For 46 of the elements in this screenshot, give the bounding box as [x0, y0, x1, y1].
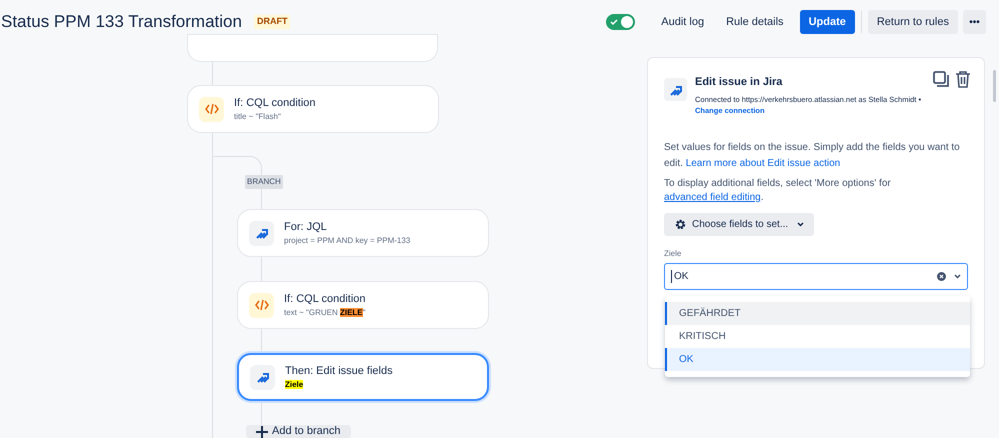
- step-title: If: CQL condition: [284, 292, 366, 307]
- learn-more-link[interactable]: Learn more about Edit issue action: [686, 158, 840, 169]
- branch-label: BRANCH: [245, 175, 283, 189]
- select-option[interactable]: OK: [665, 348, 970, 371]
- select-option[interactable]: KRITISCH: [665, 325, 970, 348]
- header-link[interactable]: Rule details: [716, 10, 794, 34]
- step-card[interactable]: Then: Edit issue fields Ziele: [237, 353, 489, 401]
- clear-icon[interactable]: [937, 272, 946, 281]
- field-label: Ziele: [664, 248, 682, 260]
- step-detail: Ziele: [285, 379, 304, 392]
- step-detail: text ~ "GRUEN ZIELE": [284, 307, 366, 320]
- scrollbar[interactable]: [993, 70, 996, 102]
- rule-toggle[interactable]: [606, 14, 636, 30]
- more-button[interactable]: •••: [963, 10, 986, 34]
- settings-icon: [674, 218, 687, 231]
- step-detail: project = PPM AND key = PPM-133: [284, 235, 410, 248]
- step-card[interactable]: If: CQL condition text ~ "GRUEN ZIELE": [237, 281, 489, 329]
- chevron-down-icon[interactable]: [954, 274, 961, 279]
- advanced-field-editing-link[interactable]: advanced field editing: [664, 192, 761, 203]
- chevron-down-icon: [797, 222, 804, 227]
- choose-fields-button[interactable]: Choose fields to set...: [664, 213, 814, 236]
- ziele-select-field[interactable]: OK: [664, 263, 968, 290]
- plus-icon: [256, 426, 268, 438]
- step-title: Then: Edit issue fields: [285, 364, 393, 379]
- header-link[interactable]: Audit log: [651, 10, 714, 34]
- step-title: For: JQL: [284, 220, 328, 235]
- update-button[interactable]: Update: [800, 10, 855, 34]
- panel-title: Edit issue in Jira: [695, 75, 784, 90]
- advanced-fields-text: To display additional fields, select 'More options' for advanced field editing.: [664, 177, 892, 205]
- jira-icon: [254, 226, 268, 240]
- add-to-branch-button[interactable]: Add to branch: [246, 425, 350, 438]
- code-icon: [204, 103, 218, 115]
- delete-icon[interactable]: [955, 71, 971, 88]
- select-option[interactable]: GEFÄHRDET: [665, 302, 970, 325]
- return-to-rules-button[interactable]: Return to rules: [868, 10, 958, 34]
- code-icon: [254, 299, 268, 311]
- copy-icon[interactable]: [933, 71, 949, 87]
- step-detail: title ~ "Flash": [234, 111, 282, 124]
- jira-icon: [256, 370, 270, 384]
- step-card[interactable]: If: CQL condition title ~ "Flash": [187, 85, 439, 133]
- step-card[interactable]: For: JQL project = PPM AND key = PPM-133: [237, 209, 489, 257]
- panel-description: Set values for fields on the issue. Simply add the fields you want to edit. Learn more about Edit issue action: [664, 141, 961, 171]
- page-title: Status PPM 133 Transformation: [1, 11, 242, 34]
- draft-badge: DRAFT: [254, 15, 290, 29]
- check-icon: [610, 18, 618, 26]
- step-title: If: CQL condition: [234, 96, 316, 111]
